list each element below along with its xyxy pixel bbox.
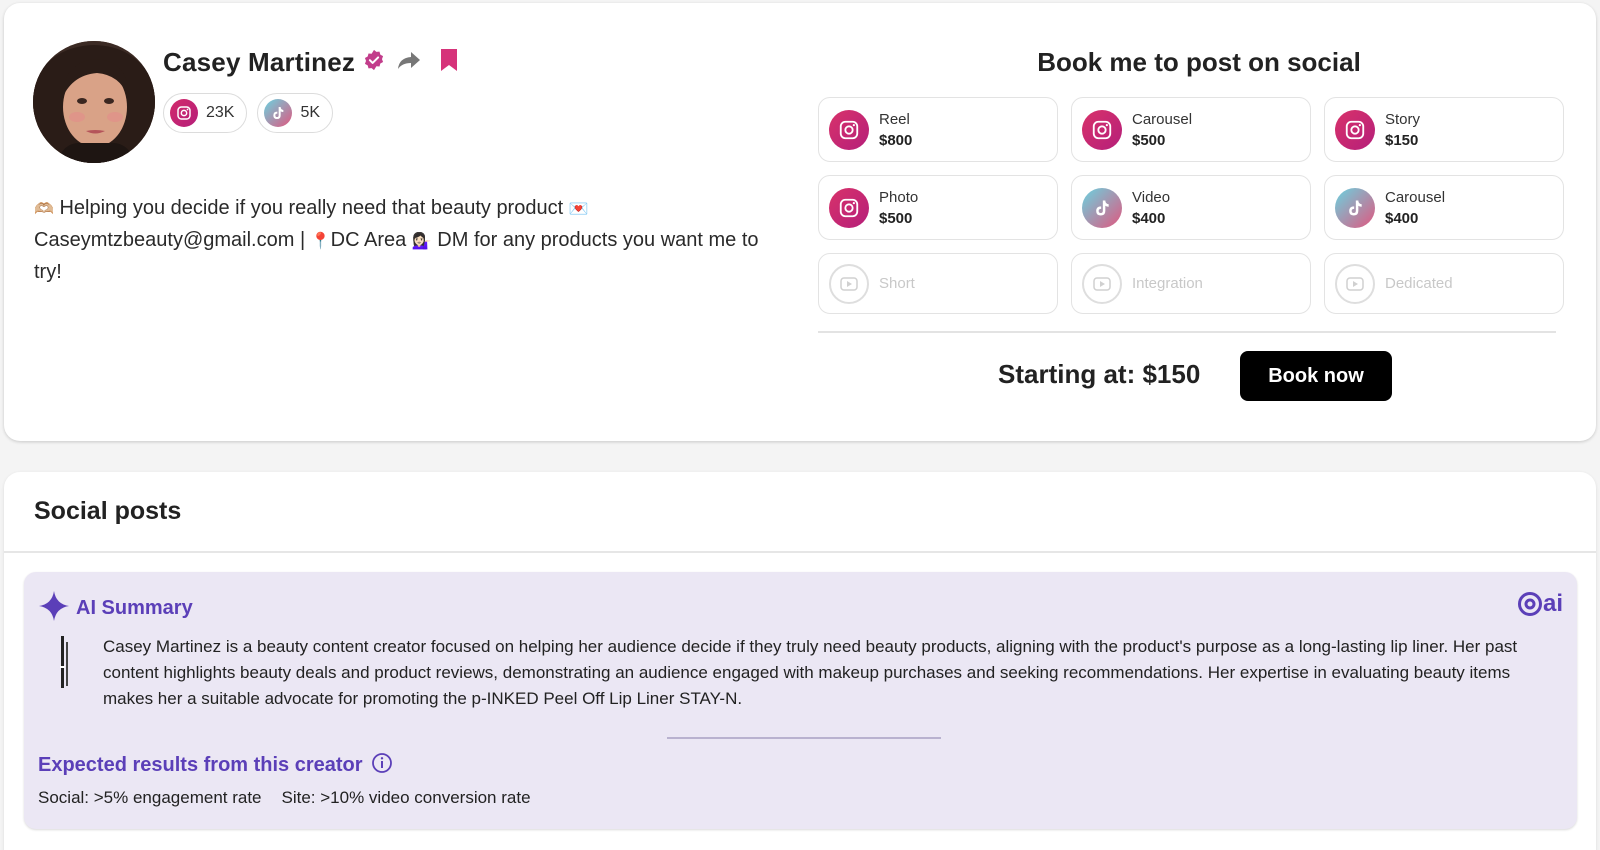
- ai-summary-text: Casey Martinez is a beauty content creat…: [103, 637, 1518, 708]
- ai-summary-box: AI Summary ai Casey Martinez is a beauty…: [24, 572, 1577, 829]
- tiktok-icon: [1335, 187, 1375, 228]
- tile-label: Carousel: [1132, 110, 1193, 128]
- booking-divider: [818, 331, 1556, 333]
- creator-name: Casey Martinez: [163, 47, 356, 77]
- bookmark-icon[interactable]: [439, 48, 459, 77]
- expected-results-title: Expected results from this creator: [38, 754, 363, 776]
- tile-label: Video: [1132, 188, 1171, 206]
- info-icon[interactable]: [371, 752, 393, 779]
- tile-instagram-reel[interactable]: Reel $800: [818, 97, 1058, 162]
- cai-logo-icon: [1517, 592, 1542, 616]
- tiktok-icon: [264, 99, 293, 127]
- social-metric: Social: >5% engagement rate: [38, 788, 262, 807]
- book-now-button[interactable]: Book now: [1240, 351, 1392, 401]
- tile-label: Dedicated: [1385, 275, 1453, 292]
- instagram-icon: [1335, 109, 1375, 150]
- verified-badge-icon: [363, 49, 385, 76]
- tile-price: $800: [879, 131, 913, 149]
- woman-emoji: 💁🏻‍♀️: [411, 233, 432, 250]
- instagram-icon: [829, 187, 869, 228]
- booking-title: Book me to post on social: [1037, 47, 1361, 77]
- product-thumbnail: [58, 636, 72, 688]
- tiktok-stat[interactable]: 5K: [257, 93, 334, 133]
- tile-instagram-carousel[interactable]: Carousel $500: [1071, 97, 1311, 162]
- follower-stats: 23K 5K: [163, 93, 334, 133]
- tile-price: $500: [879, 209, 913, 227]
- instagram-icon: [829, 109, 869, 150]
- tile-youtube-integration: Integration: [1071, 253, 1311, 314]
- tile-instagram-photo[interactable]: Photo $500: [818, 175, 1058, 240]
- tile-label: Short: [879, 275, 915, 292]
- expected-results-header: Expected results from this creator: [38, 752, 393, 779]
- social-posts-title: Social posts: [34, 497, 182, 525]
- avatar: [33, 41, 155, 163]
- bio-email: Caseymtzbeauty@gmail.com |: [34, 229, 306, 251]
- bio-line-1: Helping you decide if you really need th…: [59, 197, 564, 219]
- tile-tiktok-carousel[interactable]: Carousel $400: [1324, 175, 1564, 240]
- cai-logo: ai: [1517, 590, 1563, 618]
- social-posts-card: Social posts AI Summary ai Casey Martine…: [4, 472, 1596, 850]
- tile-label: Carousel: [1385, 188, 1446, 206]
- starting-price: Starting at: $150: [998, 359, 1201, 389]
- tile-price: $400: [1132, 209, 1166, 227]
- cai-logo-text: ai: [1542, 590, 1563, 617]
- tile-youtube-dedicated: Dedicated: [1324, 253, 1564, 314]
- tile-youtube-short: Short: [818, 253, 1058, 314]
- tile-label: Integration: [1132, 275, 1203, 292]
- tile-instagram-story[interactable]: Story $150: [1324, 97, 1564, 162]
- instagram-stat[interactable]: 23K: [163, 93, 248, 133]
- tile-label: Photo: [879, 188, 919, 206]
- tiktok-follower-count: 5K: [300, 104, 321, 121]
- ai-divider: [667, 737, 941, 739]
- bio-area: DC Area: [330, 229, 407, 251]
- site-metric: Site: >10% video conversion rate: [281, 788, 531, 807]
- ai-summary-title: AI Summary: [76, 597, 193, 619]
- hands-heart-emoji: 🫶🏼: [34, 201, 54, 218]
- tile-price: $150: [1385, 131, 1419, 149]
- tile-price: $400: [1385, 209, 1419, 227]
- tiktok-icon: [1082, 187, 1122, 228]
- tile-tiktok-video[interactable]: Video $400: [1071, 175, 1311, 240]
- tile-price: $500: [1132, 131, 1166, 149]
- instagram-follower-count: 23K: [206, 104, 235, 121]
- tile-label: Story: [1385, 110, 1421, 128]
- bio: 🫶🏼 Helping you decide if you really need…: [34, 193, 774, 287]
- instagram-icon: [170, 99, 198, 127]
- posts-divider: [4, 551, 1596, 553]
- profile-card: Casey Martinez 23K 5K 🫶🏼 Helping you dec…: [4, 3, 1596, 441]
- sparkle-icon: [38, 590, 70, 627]
- youtube-icon: [829, 263, 869, 304]
- name-row: Casey Martinez: [163, 47, 459, 78]
- youtube-icon: [1082, 263, 1122, 304]
- share-icon[interactable]: [397, 49, 421, 76]
- tile-label: Reel: [879, 110, 910, 128]
- booking-tiles: Reel $800 Carousel $500 Story $150 Photo $50…: [818, 97, 1564, 314]
- youtube-icon: [1335, 263, 1375, 304]
- expected-metrics: Social: >5% engagement rate Site: >10% v…: [38, 788, 531, 808]
- ai-summary-header: AI Summary: [38, 590, 193, 627]
- instagram-icon: [1082, 109, 1122, 150]
- pin-emoji: 📍: [310, 233, 331, 250]
- love-letter-emoji: 💌: [568, 201, 589, 218]
